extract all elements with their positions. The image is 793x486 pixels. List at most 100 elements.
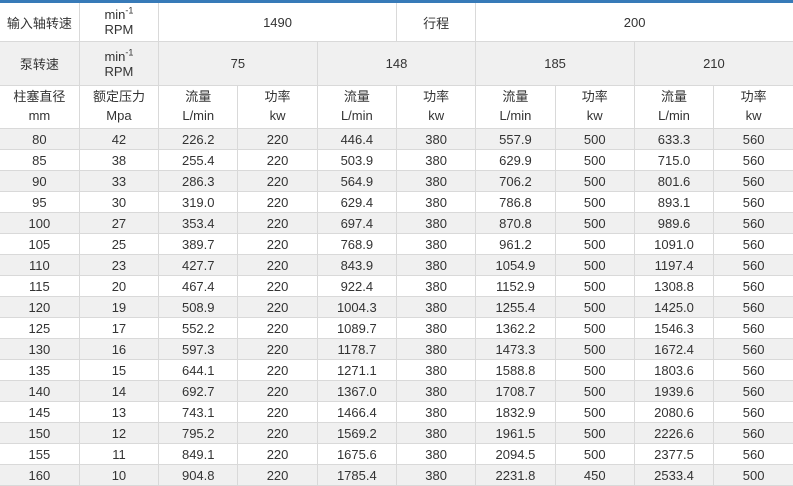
flow-cell: 1178.7: [317, 339, 396, 360]
power-cell: 560: [714, 318, 793, 339]
col-unit: L/min: [318, 107, 396, 126]
flow-cell: 503.9: [317, 150, 396, 171]
power-cell: 500: [555, 423, 634, 444]
power-cell: 560: [714, 171, 793, 192]
table-row: 12019508.92201004.33801255.45001425.0560: [0, 297, 793, 318]
flow-cell: 1004.3: [317, 297, 396, 318]
col-unit: Mpa: [80, 107, 158, 126]
col-label: 功率: [556, 88, 634, 107]
power-cell: 380: [396, 360, 475, 381]
flow-cell: 467.4: [159, 276, 238, 297]
power-cell: 220: [238, 192, 317, 213]
power-cell: 220: [238, 234, 317, 255]
plunger-diameter-cell: 145: [0, 402, 79, 423]
col-label: 额定压力: [80, 88, 158, 107]
plunger-diameter-cell: 140: [0, 381, 79, 402]
flow-cell: 1675.6: [317, 444, 396, 465]
col-label: 流量: [476, 88, 554, 107]
power-cell: 500: [555, 192, 634, 213]
power-cell: 220: [238, 318, 317, 339]
power-cell: 560: [714, 423, 793, 444]
power-cell: 560: [714, 129, 793, 150]
plunger-diameter-cell: 160: [0, 465, 79, 486]
power-cell: 560: [714, 360, 793, 381]
plunger-diameter-cell: 105: [0, 234, 79, 255]
col-header-power: 功率kw: [714, 86, 793, 129]
power-cell: 500: [555, 255, 634, 276]
rated-pressure-cell: 15: [79, 360, 158, 381]
power-cell: 560: [714, 444, 793, 465]
power-cell: 500: [714, 465, 793, 486]
power-cell: 220: [238, 465, 317, 486]
flow-cell: 1091.0: [634, 234, 713, 255]
unit-exponent: -1: [125, 47, 133, 57]
plunger-diameter-cell: 110: [0, 255, 79, 276]
flow-cell: 1708.7: [476, 381, 555, 402]
flow-cell: 446.4: [317, 129, 396, 150]
table-row: 10027353.4220697.4380870.8500989.6560: [0, 213, 793, 234]
table-row: 11023427.7220843.93801054.95001197.4560: [0, 255, 793, 276]
plunger-diameter-cell: 150: [0, 423, 79, 444]
flow-cell: 697.4: [317, 213, 396, 234]
flow-cell: 389.7: [159, 234, 238, 255]
power-cell: 560: [714, 213, 793, 234]
rated-pressure-cell: 17: [79, 318, 158, 339]
power-cell: 380: [396, 234, 475, 255]
power-cell: 220: [238, 339, 317, 360]
flow-cell: 226.2: [159, 129, 238, 150]
power-cell: 560: [714, 297, 793, 318]
rated-pressure-cell: 30: [79, 192, 158, 213]
flow-cell: 1054.9: [476, 255, 555, 276]
plunger-diameter-cell: 90: [0, 171, 79, 192]
flow-cell: 870.8: [476, 213, 555, 234]
power-cell: 380: [396, 318, 475, 339]
rated-pressure-cell: 10: [79, 465, 158, 486]
table-row: 16010904.82201785.43802231.84502533.4500: [0, 465, 793, 486]
pump-speed-value-4: 210: [634, 42, 793, 86]
unit-rpm: RPM: [105, 64, 134, 79]
flow-cell: 1588.8: [476, 360, 555, 381]
power-cell: 500: [555, 318, 634, 339]
speed-unit-cell: min-1RPM: [79, 2, 158, 42]
flow-cell: 633.3: [634, 129, 713, 150]
pump-spec-table: 输入轴转速 min-1RPM 1490 行程 200 泵转速 min-1RPM …: [0, 0, 793, 486]
flow-cell: 849.1: [159, 444, 238, 465]
power-cell: 220: [238, 150, 317, 171]
power-cell: 380: [396, 423, 475, 444]
unit-exponent: -1: [125, 6, 133, 16]
col-unit: kw: [238, 107, 316, 126]
col-header-power: 功率kw: [555, 86, 634, 129]
col-header-pressure: 额定压力Mpa: [79, 86, 158, 129]
power-cell: 560: [714, 276, 793, 297]
power-cell: 380: [396, 381, 475, 402]
plunger-diameter-cell: 125: [0, 318, 79, 339]
plunger-diameter-cell: 80: [0, 129, 79, 150]
power-cell: 220: [238, 402, 317, 423]
col-label: 柱塞直径: [0, 88, 79, 107]
power-cell: 220: [238, 444, 317, 465]
rated-pressure-cell: 19: [79, 297, 158, 318]
power-cell: 500: [555, 339, 634, 360]
column-header-row: 柱塞直径mm 额定压力Mpa 流量L/min 功率kw 流量L/min 功率kw…: [0, 86, 793, 129]
flow-cell: 1255.4: [476, 297, 555, 318]
rated-pressure-cell: 42: [79, 129, 158, 150]
col-header-power: 功率kw: [396, 86, 475, 129]
unit-min: min: [104, 49, 125, 64]
stroke-value: 200: [476, 2, 793, 42]
plunger-diameter-cell: 135: [0, 360, 79, 381]
rated-pressure-cell: 25: [79, 234, 158, 255]
col-label: 流量: [635, 88, 713, 107]
flow-cell: 353.4: [159, 213, 238, 234]
flow-cell: 286.3: [159, 171, 238, 192]
power-cell: 380: [396, 150, 475, 171]
flow-cell: 1939.6: [634, 381, 713, 402]
pump-speed-value-3: 185: [476, 42, 635, 86]
table-row: 15012795.22201569.23801961.55002226.6560: [0, 423, 793, 444]
power-cell: 380: [396, 213, 475, 234]
flow-cell: 692.7: [159, 381, 238, 402]
rated-pressure-cell: 13: [79, 402, 158, 423]
flow-cell: 743.1: [159, 402, 238, 423]
power-cell: 220: [238, 213, 317, 234]
flow-cell: 706.2: [476, 171, 555, 192]
flow-cell: 629.9: [476, 150, 555, 171]
